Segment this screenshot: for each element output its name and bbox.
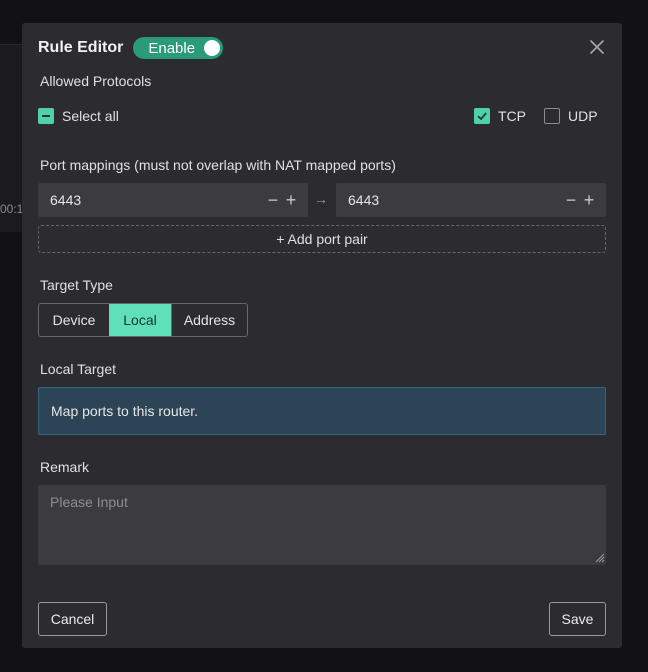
target-type-selector: Device Local Address — [38, 303, 248, 337]
remark-textarea[interactable] — [38, 485, 606, 565]
local-target-info: Map ports to this router. — [38, 387, 606, 435]
rule-editor-dialog: Rule Editor Enable Allowed Protocols Sel… — [22, 23, 622, 648]
source-port-value[interactable]: 6443 — [50, 192, 264, 208]
dialog-title: Rule Editor — [38, 39, 124, 56]
target-type-device[interactable]: Device — [39, 304, 109, 336]
udp-checkbox[interactable]: UDP — [544, 107, 598, 125]
target-type-label: Target Type — [40, 277, 113, 293]
tcp-label: TCP — [498, 108, 526, 124]
cancel-button[interactable]: Cancel — [38, 602, 107, 636]
local-target-text: Map ports to this router. — [51, 403, 199, 419]
decrement-button[interactable]: − — [264, 190, 282, 211]
background-time-text: 00:1 — [0, 202, 22, 216]
toggle-knob — [204, 40, 221, 56]
arrow-right-icon: → — [314, 191, 328, 207]
target-type-address[interactable]: Address — [171, 304, 247, 336]
target-type-local[interactable]: Local — [109, 304, 171, 336]
save-button[interactable]: Save — [549, 602, 606, 636]
checkmark-icon — [474, 108, 490, 124]
increment-button[interactable]: + — [580, 190, 598, 211]
select-all-label: Select all — [62, 108, 119, 124]
resize-grip-icon[interactable] — [593, 551, 605, 563]
source-port-stepper: − + — [264, 190, 300, 211]
select-all-checkbox[interactable]: Select all — [38, 107, 119, 125]
remark-label: Remark — [40, 459, 90, 475]
destination-port-input[interactable]: 6443 − + — [336, 183, 606, 217]
close-icon[interactable] — [588, 38, 606, 56]
select-all-indeterminate-icon — [38, 108, 54, 124]
port-mappings-label: Port mappings (must not overlap with NAT… — [40, 157, 396, 173]
destination-port-stepper: − + — [562, 190, 598, 211]
unchecked-box-icon — [544, 108, 560, 124]
enable-toggle[interactable]: Enable — [133, 37, 224, 59]
local-target-label: Local Target — [40, 361, 117, 377]
udp-label: UDP — [568, 108, 598, 124]
increment-button[interactable]: + — [282, 190, 300, 211]
enable-toggle-label: Enable — [148, 39, 196, 57]
allowed-protocols-label: Allowed Protocols — [40, 73, 152, 89]
add-port-pair-button[interactable]: + Add port pair — [38, 225, 606, 253]
source-port-input[interactable]: 6443 − + — [38, 183, 308, 217]
destination-port-value[interactable]: 6443 — [348, 192, 562, 208]
decrement-button[interactable]: − — [562, 190, 580, 211]
tcp-checkbox[interactable]: TCP — [474, 107, 526, 125]
dialog-header: Rule Editor Enable — [38, 37, 224, 59]
